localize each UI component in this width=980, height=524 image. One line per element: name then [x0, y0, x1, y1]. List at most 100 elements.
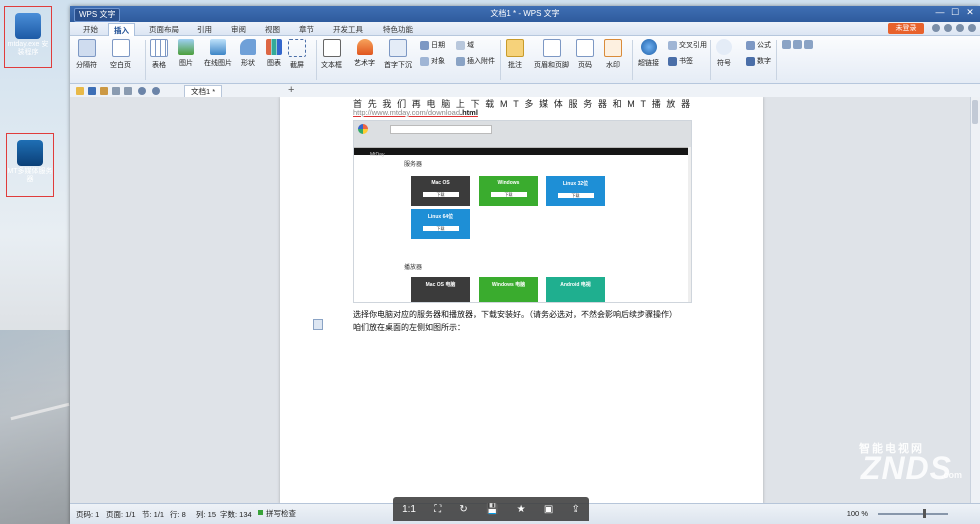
vertical-scrollbar[interactable]	[970, 97, 980, 504]
object-icon	[420, 56, 429, 66]
mt-server-icon	[17, 140, 43, 166]
paragraph-marker-icon[interactable]	[313, 319, 323, 330]
blank-page-button[interactable]: 空白页	[110, 39, 131, 70]
ribbon-separator	[632, 40, 633, 80]
tab-chapter[interactable]: 章节	[294, 23, 319, 36]
help-icon[interactable]	[956, 24, 964, 32]
tool-icon	[804, 40, 813, 49]
login-button[interactable]: 未登录	[888, 23, 924, 34]
hyperlink-button[interactable]: 超链接	[638, 39, 659, 68]
online-picture-button[interactable]: 在线图片	[204, 39, 232, 68]
maximize-button[interactable]: ☐	[949, 7, 961, 18]
installer-icon	[15, 13, 41, 39]
desktop-icon-mt-server[interactable]: MT多媒体服务器	[6, 133, 54, 197]
embedded-screenshot[interactable]: MtDay 服务器 Mac OS 下载 Windows 下载 Linux 32位 下载…	[353, 120, 692, 303]
rotate-button[interactable]: ↻	[459, 504, 467, 515]
desktop-icon-installer[interactable]: mtday.exe 安装程序	[4, 6, 52, 68]
ribbon-extra-tools[interactable]	[782, 40, 813, 49]
open-icon[interactable]	[76, 87, 84, 95]
settings-icon[interactable]	[944, 24, 952, 32]
page-break-button[interactable]: 分隔符	[76, 39, 97, 70]
date-button[interactable]: 日期	[420, 40, 445, 50]
embedded-url-field	[390, 125, 492, 134]
actual-size-button[interactable]: 1:1	[402, 504, 416, 515]
table-button[interactable]: 表格	[150, 39, 168, 70]
chart-icon	[266, 39, 282, 55]
skin-icon[interactable]	[932, 24, 940, 32]
undo-icon[interactable]	[138, 87, 146, 95]
object-button[interactable]: 对象	[420, 56, 445, 66]
new-tab-button[interactable]: +	[288, 84, 294, 96]
document-page[interactable]: 首先我们再电脑上下载MT多媒体服务器和MT播放器 http://www.mtda…	[280, 97, 763, 504]
zoom-slider-handle[interactable]	[923, 509, 926, 518]
ribbon-separator	[145, 40, 146, 80]
comment-icon	[506, 39, 524, 57]
tab-start[interactable]: 开始	[78, 23, 103, 36]
save-icon[interactable]	[88, 87, 96, 95]
formula-button[interactable]: 公式	[746, 40, 771, 50]
tab-references[interactable]: 引用	[192, 23, 217, 36]
export-icon[interactable]	[100, 87, 108, 95]
zoom-slider[interactable]	[878, 513, 948, 515]
table-icon	[150, 39, 168, 57]
title-bar: WPS 文字 文档1 * - WPS 文字 — ☐ ✕	[70, 6, 980, 22]
page-number-button[interactable]: 页码	[576, 39, 594, 70]
zoom-percent[interactable]: 100 %	[847, 509, 868, 518]
share-button[interactable]: ⇪	[571, 504, 579, 515]
textbox-button[interactable]: 文本框	[321, 39, 342, 70]
picture-button[interactable]: 图片	[178, 39, 194, 68]
symbol-button[interactable]: 符号	[716, 39, 732, 68]
insert-attachment-button[interactable]: 插入附件	[456, 56, 495, 66]
drop-cap-button[interactable]: 首字下沉	[384, 39, 412, 70]
download-card-linux32: Linux 32位 下载	[546, 176, 605, 206]
spell-check-toggle[interactable]: 拼写检查	[258, 508, 296, 519]
crop-button[interactable]: ▣	[544, 504, 553, 515]
scrollbar-thumb[interactable]	[972, 100, 978, 124]
desktop-icon-label: MT多媒体服务器	[7, 168, 53, 183]
document-paragraph: 选择你电脑对应的服务器和播放器，下载安装好。（请务必选对，不然会影响后续步骤操作…	[353, 310, 677, 319]
ribbon-separator	[500, 40, 501, 80]
wordart-icon	[356, 39, 373, 55]
minimize-button[interactable]: —	[934, 7, 946, 17]
textbox-icon	[322, 39, 341, 57]
tab-special[interactable]: 特色功能	[378, 23, 418, 36]
bookmark-button[interactable]: 书签	[668, 56, 693, 66]
screenshot-icon	[288, 39, 306, 57]
tab-review[interactable]: 审阅	[226, 23, 251, 36]
chart-button[interactable]: 图表	[266, 39, 282, 68]
znds-watermark: 智能电视网 ZNDS .com	[859, 443, 962, 486]
number-button[interactable]: 数字	[746, 56, 771, 66]
download-card-macos: Mac OS 下载	[411, 176, 470, 206]
tab-developer[interactable]: 开发工具	[328, 23, 368, 36]
header-footer-button[interactable]: 页眉和页脚	[534, 39, 569, 70]
header-footer-icon	[542, 39, 561, 57]
cross-reference-button[interactable]: 交叉引用	[668, 40, 707, 50]
print-icon[interactable]	[112, 87, 120, 95]
save-image-button[interactable]: 💾	[486, 504, 498, 515]
watermark-button[interactable]: 水印	[604, 39, 622, 70]
status-row: 行: 8	[170, 510, 186, 519]
wordart-button[interactable]: 艺术字	[354, 39, 375, 68]
comment-button[interactable]: 批注	[506, 39, 524, 70]
favorite-button[interactable]: ★	[517, 504, 526, 515]
screenshot-button[interactable]: 截屏	[288, 39, 306, 70]
close-button[interactable]: ✕	[964, 7, 976, 18]
player-section-label: 播放器	[404, 265, 423, 271]
server-section-label: 服务器	[404, 162, 423, 168]
number-icon	[746, 56, 755, 66]
fit-window-button[interactable]: ⛶	[434, 504, 441, 515]
page-break-icon	[77, 39, 96, 57]
document-link[interactable]: http://www.mtday.com/download.html	[353, 108, 478, 117]
tab-page-layout[interactable]: 页面布局	[144, 23, 184, 36]
tab-insert[interactable]: 插入	[108, 23, 135, 37]
ribbon-separator	[710, 40, 711, 80]
tab-view[interactable]: 视图	[260, 23, 285, 36]
shape-button[interactable]: 形状	[240, 39, 256, 68]
preview-icon[interactable]	[124, 87, 132, 95]
collapse-ribbon-icon[interactable]	[968, 24, 976, 32]
field-button[interactable]: 域	[456, 40, 474, 50]
status-section: 节: 1/1	[142, 510, 165, 519]
menu-tabs: 开始 插入 页面布局 引用 审阅 视图 章节 开发工具 特色功能 未登录	[70, 22, 980, 37]
pi-icon	[746, 40, 755, 50]
redo-icon[interactable]	[152, 87, 160, 95]
